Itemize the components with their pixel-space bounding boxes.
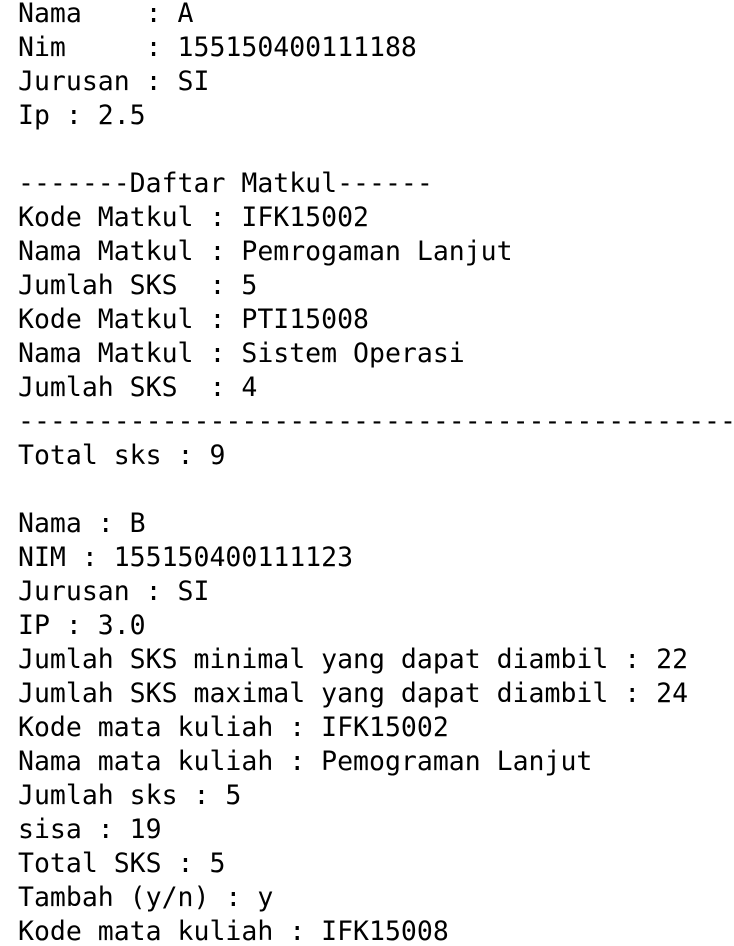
console-line: Jumlah SKS : 4 — [18, 372, 258, 403]
console-line: Total sks : 9 — [18, 440, 226, 471]
console-line: Jurusan : SI — [18, 66, 210, 97]
console-line: Tambah (y/n) : y — [18, 882, 274, 913]
console-line: Jumlah sks : 5 — [18, 780, 242, 811]
console-line: Kode Matkul : PTI15008 — [18, 304, 369, 335]
console-line: Nama Matkul : Pemrogaman Lanjut — [18, 236, 513, 267]
console-line: Kode Matkul : IFK15002 — [18, 202, 369, 233]
console-line: Nim : 155150400111188 — [18, 32, 417, 63]
console-line: Nama Matkul : Sistem Operasi — [18, 338, 465, 369]
console-line: Jurusan : SI — [18, 576, 210, 607]
console-line: Nama mata kuliah : Pemograman Lanjut — [18, 746, 593, 777]
console-line: IP : 3.0 — [18, 610, 146, 641]
console-separator-line: ----------------------------------------… — [18, 406, 734, 437]
console-line: Ip : 2.5 — [18, 100, 146, 131]
console-line: Kode mata kuliah : IFK15008 — [18, 916, 449, 946]
console-line: Kode mata kuliah : IFK15002 — [18, 712, 449, 743]
console-line: Total SKS : 5 — [18, 848, 226, 879]
console-line: Jumlah SKS maximal yang dapat diambil : … — [18, 678, 689, 709]
console-lines: Nama : A Nim : 155150400111188 Jurusan :… — [18, 0, 734, 946]
console-line: Nama : A — [18, 0, 194, 29]
console-line: sisa : 19 — [18, 814, 162, 845]
console-line: Jumlah SKS minimal yang dapat diambil : … — [18, 644, 689, 675]
console-line: NIM : 155150400111123 — [18, 542, 354, 573]
console-output: Nama : A Nim : 155150400111188 Jurusan :… — [0, 0, 734, 946]
console-line: -------Daftar Matkul------ — [18, 168, 433, 199]
console-line: Nama : B — [18, 508, 146, 539]
console-line: Jumlah SKS : 5 — [18, 270, 258, 301]
